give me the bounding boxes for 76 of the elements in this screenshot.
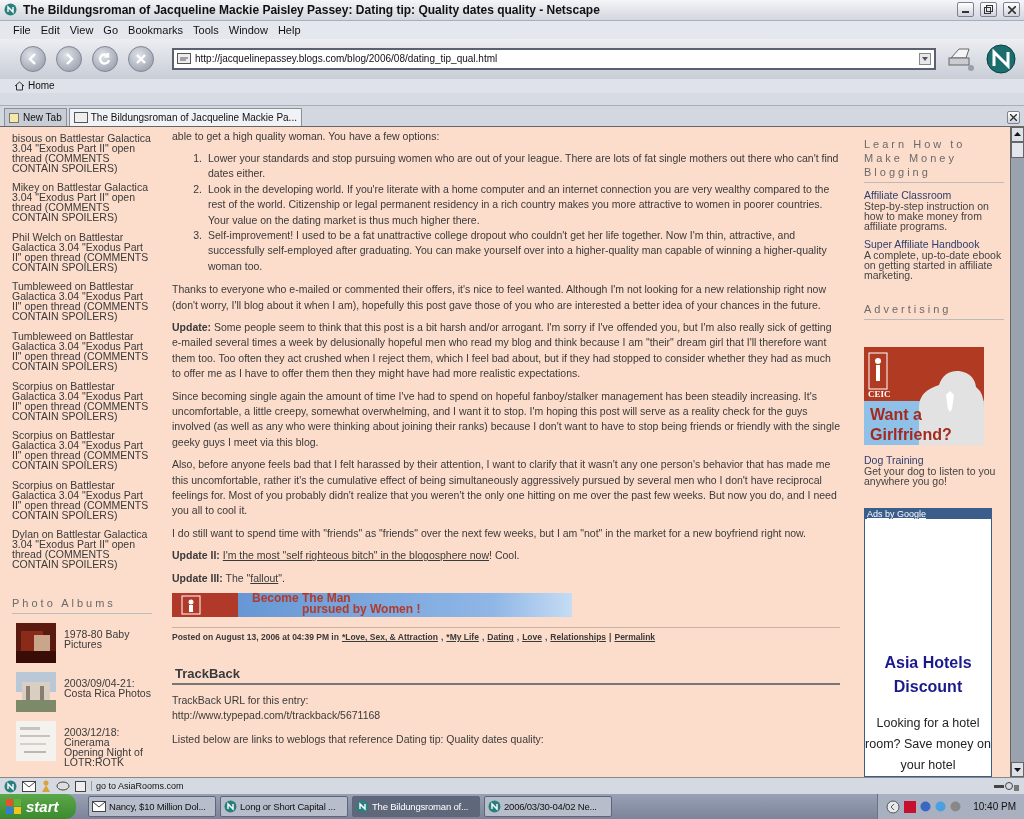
ad-image[interactable]: CEIC Want a Girlfriend? xyxy=(864,346,984,446)
address-field[interactable]: http://jacquelinepassey.blogs.com/blog/2006/08/dating_tip_qual.html xyxy=(172,47,936,70)
separator: , xyxy=(440,631,444,645)
permalink[interactable]: Permalink xyxy=(614,630,656,646)
album-link[interactable]: 2003/12/18: Cinerama Opening Night of LOTR:ROTK xyxy=(64,726,152,767)
post-paragraph: able to get a high quality woman. You have a few options: xyxy=(172,128,441,144)
separator: | xyxy=(609,631,612,645)
menu-item[interactable]: Go xyxy=(103,23,119,36)
category-link[interactable]: Love xyxy=(522,630,542,646)
comment-link[interactable]: bisous on Battlestar Galactica 3.04 "Exodus Part II" open thread (COMMENTS CONTAIN SPOILERS) xyxy=(12,132,152,173)
category-link[interactable]: Dating xyxy=(487,630,514,646)
post-paragraph: Update III: The "fallout". xyxy=(172,570,286,586)
status-text: go to AsiaRooms.com xyxy=(91,781,989,792)
taskbar-button[interactable]: Long or Short Capital ... xyxy=(220,796,348,817)
taskbar-button[interactable]: The Bildungsroman of... xyxy=(352,796,480,817)
comment-link[interactable]: Mikey on Battlestar Galactica 3.04 "Exodus Part II" open thread (COMMENTS CONTAIN SPOILERS) xyxy=(12,182,152,223)
album-link[interactable]: 1978-80 Baby Pictures xyxy=(64,628,152,663)
separator: , xyxy=(516,631,520,645)
list-number: 1. xyxy=(192,150,202,166)
sidebar-link[interactable]: Affiliate Classroom xyxy=(864,189,1004,201)
link-description: Get your dog to listen to you anywhere you go! xyxy=(864,466,997,487)
ads-link[interactable]: Ads by Google xyxy=(865,509,991,520)
comment-link[interactable]: Tumbleweed on Battlestar Galactica 3.04 "Exodus Part II" open thread (COMMENTS CONTAIN SPOILERS) xyxy=(12,281,152,322)
taskbar-button[interactable]: 2006/03/30-04/02 Ne... xyxy=(484,796,612,817)
ad-title[interactable]: Asia Hotels Discount xyxy=(865,651,991,700)
category-link[interactable]: *My Life xyxy=(446,630,479,646)
trackback-label: TrackBack URL for this entry: xyxy=(172,692,310,708)
post-paragraph: I do still want to spend time with "friends" as "friends" over the next few weeks, but I am "not" in the market for a new boyfriend right now. xyxy=(172,525,807,541)
post-paragraph: Update: Some people seem to think that this post is a bit harsh and/or arrogant. I'm sorry if I've offended you, but I'm also really sick of getting e-mailed several times a week by delusionally hopeful men who read my blog and think because I am "their" dream girl that I'll therefore want them too. Too often they act crushed when I reject them, which I feel bad about, but if they had stopped to consider whether they had as much to offer me as I have to offer them then they might have had more realistic expectations. xyxy=(172,320,833,382)
section-heading: TrackBack xyxy=(172,665,840,685)
list-item: Self-improvement! I used to be a fat unattractive college dropout who couldn't get her life together. Now I'm thin, attractive, and successfully self-employed after graduating. You can make yourself over into a higher-quality man capable of winning a higher-quality woman too. xyxy=(208,227,828,274)
post-meta: Posted on August 13, 2006 at 04:39 PM in xyxy=(172,631,339,645)
comment-link[interactable]: Tumbleweed on Battlestar Galactica 3.04 "Exodus Part II" open thread (COMMENTS CONTAIN SPOILERS) xyxy=(12,330,152,371)
clock: 10:40 PM xyxy=(973,801,1016,812)
comment-link[interactable]: Scorpius on Battlestar Galactica 3.04 "Exodus Part II" open thread (COMMENTS CONTAIN SPOILERS) xyxy=(12,479,152,520)
sidebar-link[interactable]: Dog Training xyxy=(864,455,1004,467)
menu-item[interactable]: Edit xyxy=(40,23,60,36)
category-link[interactable]: *Love, Sex, & Attraction xyxy=(341,630,438,646)
post-paragraph: Since becoming single again the amount of time I've had to spend on hopeful fanboy/stalker management has been steadily increasing. It's uncomfortable, a little creepy, somewhat overwhelming, and I want it to stop. I'm hoping this post will serve as a reality check for the guys involved (as well as any who were thinking about joining their ranks) because I don't want to have to stop being friends or friendly with the single geeky guys I meet via this blog. xyxy=(172,388,840,450)
tab[interactable]: The Bildungsroman of Jacqueline Mackie Pa... xyxy=(68,107,302,126)
post-paragraph: Update II: I'm the most "self righteous bitch" in the blogosphere now! Cool. xyxy=(172,548,521,564)
menu-item[interactable]: View xyxy=(69,23,94,36)
post-paragraph: Also, before anyone feels bad that I felt harassed by their attention, I want to clarify that it wasn't any one person's behavior that has made me this uncomfortable, rather it's the cumulative effect of being simultaneously aggressively pursued by several men who I don't have reciprocal feelings for. Most of you probably didn't realize that you weren't the only one hitting on me over the past few weeks. But now you do, and I need you all to cool it. xyxy=(172,457,838,519)
separator: , xyxy=(544,631,548,645)
comment-link[interactable]: Scorpius on Battlestar Galactica 3.04 "Exodus Part II" open thread (COMMENTS CONTAIN SPOILERS) xyxy=(12,430,152,471)
link-description: Step-by-step instruction on how to make money from affiliate programs. xyxy=(864,200,990,231)
list-number: 2. xyxy=(192,181,202,197)
section-heading: Advertising xyxy=(864,302,952,315)
comment-link[interactable]: Phil Welch on Battlestar Galactica 3.04 "Exodus Part II" open thread (COMMENTS CONTAIN SPOILERS) xyxy=(12,231,152,272)
section-heading: Photo Albums xyxy=(12,596,116,609)
link-description: A complete, up-to-date ebook on getting started in affiliate marketing. xyxy=(864,249,1003,280)
list-item: Lower your standards and stop pursuing women who are out of your league. There are lots of fat single mothers out there who can't find dates either. xyxy=(208,150,840,182)
sidebar-link[interactable]: Super Affiliate Handbook xyxy=(864,238,1004,250)
menu-item[interactable]: Help xyxy=(277,23,301,36)
bookmark-button[interactable]: Home xyxy=(28,80,55,92)
list-item: Look in the developing world. If you're literate with a home computer and an internet connection you are very wealthy compared to the rest of the world. Citizenship or legal permanent residency in a rich country makes you more attractive to women in poorer countries. Your value on the dating market is thus much higher there. xyxy=(208,181,831,228)
new-tab-button[interactable]: New Tab xyxy=(4,107,67,126)
window-title: The Bildungsroman of Jacqueline Mackie Paisley Passey: Dating tip: Quality dates quality - Netscape xyxy=(23,2,601,17)
comment-link[interactable]: Dylan on Battlestar Galactica 3.04 "Exodus Part II" open thread (COMMENTS CONTAIN SPOILERS) xyxy=(12,529,152,570)
category-link[interactable]: Relationships xyxy=(550,630,607,646)
menu-item[interactable]: File xyxy=(13,23,31,36)
trackback-url: http://www.typepad.com/t/trackback/5671168 xyxy=(172,708,382,724)
post-paragraph: Listed below are links to weblogs that reference Dating tip: Quality dates quality: xyxy=(172,731,545,747)
section-heading: Learn How to Make Money Blogging xyxy=(864,137,966,178)
separator: , xyxy=(481,631,485,645)
list-number: 3. xyxy=(192,227,202,243)
taskbar-button[interactable]: Nancy, $10 Million Dol... xyxy=(88,796,216,817)
comment-link[interactable]: Scorpius on Battlestar Galactica 3.04 "Exodus Part II" open thread (COMMENTS CONTAIN SPOILERS) xyxy=(12,380,152,421)
menu-item[interactable]: Window xyxy=(228,23,268,36)
post-paragraph: Thanks to everyone who e-mailed or commented their offers, it's nice to feel wanted. Although I'm not looking for a new relationship right now (don't worry, I'll blog about it when I am), hopefully this post gave those of you who are interested a better idea of your chances in the future. xyxy=(172,282,827,313)
album-link[interactable]: 2003/09/04-21: Costa Rica Photos xyxy=(64,677,152,712)
menu-item[interactable]: Tools xyxy=(193,23,219,36)
post-link[interactable]: fallout xyxy=(250,571,279,584)
ad-text: Looking for a hotel room? Save money on your hotel xyxy=(865,715,991,775)
menu-item[interactable]: Bookmarks xyxy=(128,23,184,36)
start-button[interactable]: start xyxy=(0,794,76,819)
